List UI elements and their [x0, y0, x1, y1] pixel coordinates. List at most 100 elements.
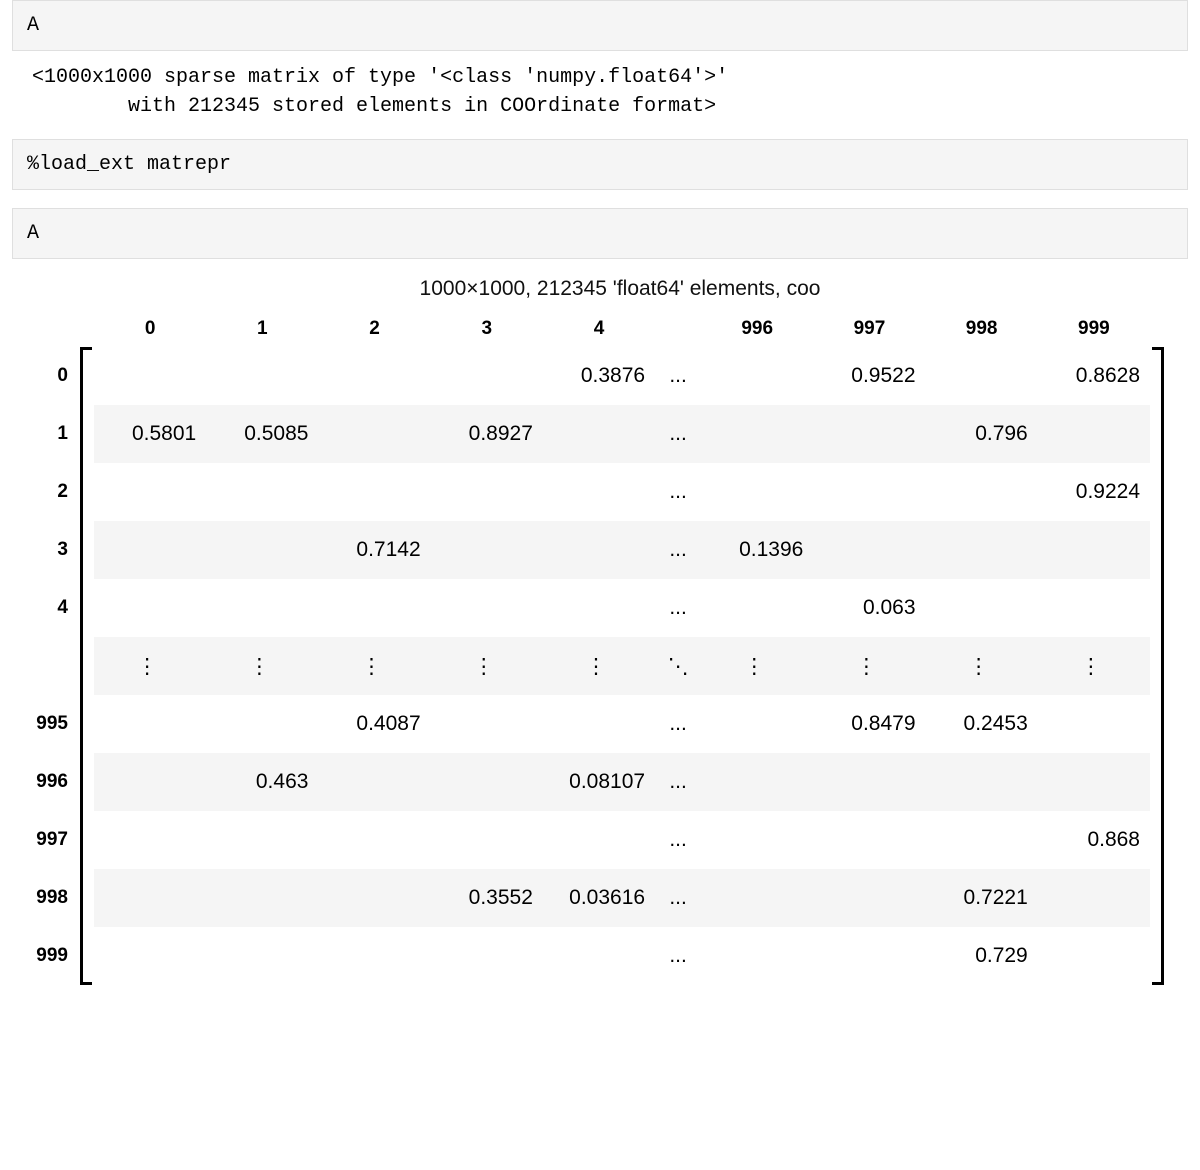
table-cell	[206, 869, 318, 927]
table-cell	[813, 811, 925, 869]
table-cell	[701, 695, 813, 753]
table-cell	[701, 463, 813, 521]
table-cell: ...	[655, 347, 701, 405]
table-cell: 0.7142	[318, 521, 430, 579]
matrix-output: 1000×1000, 212345 'float64' elements, co…	[12, 263, 1188, 985]
table-cell: ...	[655, 405, 701, 463]
column-header: 999	[1038, 311, 1150, 347]
table-cell	[701, 753, 813, 811]
row-header: 995	[32, 695, 76, 753]
table-cell	[318, 869, 430, 927]
table-cell	[1038, 695, 1150, 753]
table-cell	[206, 695, 318, 753]
code-cell-3[interactable]: A	[12, 208, 1188, 259]
row-header: 2	[32, 463, 76, 521]
table-cell	[94, 753, 206, 811]
table-cell: 0.9522	[813, 347, 925, 405]
table-cell	[431, 521, 543, 579]
table-cell	[318, 579, 430, 637]
table-cell	[318, 347, 430, 405]
column-header: 997	[813, 311, 925, 347]
bracket-right-icon	[1152, 347, 1164, 985]
table-cell: 0.2453	[926, 695, 1038, 753]
column-header: 998	[926, 311, 1038, 347]
table-cell	[206, 927, 318, 985]
row-header: 1	[32, 405, 76, 463]
matrix-wrap: 01234995996997998999 01234996997998999 0…	[32, 311, 1168, 985]
table-cell	[926, 579, 1038, 637]
row-header: 4	[32, 579, 76, 637]
table-cell: ...	[655, 927, 701, 985]
table-cell	[431, 347, 543, 405]
table-cell	[926, 521, 1038, 579]
output-text-1: <1000x1000 sparse matrix of type '<class…	[12, 55, 1188, 139]
table-cell	[701, 347, 813, 405]
table-row: 0.35520.03616...0.7221	[94, 869, 1150, 927]
column-header: 996	[701, 311, 813, 347]
table-cell	[1038, 405, 1150, 463]
matrix-table: 01234996997998999 0.3876...0.95220.86280…	[94, 311, 1150, 985]
table-cell: 0.3876	[543, 347, 655, 405]
table-cell	[543, 927, 655, 985]
table-cell	[813, 753, 925, 811]
table-cell	[318, 811, 430, 869]
table-row: ... 0.729	[94, 927, 1150, 985]
matrix-title: 1000×1000, 212345 'float64' elements, co…	[32, 277, 1168, 301]
row-header: 998	[32, 869, 76, 927]
table-cell: 0.729	[926, 927, 1038, 985]
row-header: 996	[32, 753, 76, 811]
row-header: 3	[32, 521, 76, 579]
table-cell	[926, 463, 1038, 521]
code-cell-2[interactable]: %load_ext matrepr	[12, 139, 1188, 190]
table-row: 0.4630.08107...	[94, 753, 1150, 811]
column-headers: 01234996997998999	[94, 311, 1150, 347]
table-cell: 0.5085	[206, 405, 318, 463]
table-cell: ...	[655, 753, 701, 811]
table-cell	[206, 463, 318, 521]
table-cell	[206, 811, 318, 869]
table-cell: 0.5801	[94, 405, 206, 463]
table-cell: 0.868	[1038, 811, 1150, 869]
table-row: 0.4087...0.84790.2453	[94, 695, 1150, 753]
table-cell	[1038, 521, 1150, 579]
table-cell: ...	[655, 521, 701, 579]
table-cell	[813, 521, 925, 579]
table-cell	[94, 869, 206, 927]
table-cell	[94, 579, 206, 637]
table-cell: 0.9224	[1038, 463, 1150, 521]
table-cell: 0.7221	[926, 869, 1038, 927]
table-cell: ...	[655, 463, 701, 521]
table-cell: 0.1396	[701, 521, 813, 579]
table-cell	[1038, 927, 1150, 985]
table-row: 0.7142...0.1396	[94, 521, 1150, 579]
table-cell: ⋮	[813, 637, 925, 695]
table-cell	[543, 463, 655, 521]
table-cell: 0.8628	[1038, 347, 1150, 405]
table-cell	[206, 579, 318, 637]
table-cell: 0.463	[206, 753, 318, 811]
table-cell: ⋱	[655, 637, 701, 695]
table-cell	[94, 811, 206, 869]
table-cell	[926, 811, 1038, 869]
table-cell	[206, 521, 318, 579]
table-cell	[543, 695, 655, 753]
table-cell: 0.063	[813, 579, 925, 637]
code-cell-1[interactable]: A	[12, 0, 1188, 51]
table-cell: ...	[655, 695, 701, 753]
table-cell	[543, 811, 655, 869]
table-cell	[431, 811, 543, 869]
table-cell: ...	[655, 579, 701, 637]
table-cell	[431, 463, 543, 521]
table-cell: 0.03616	[543, 869, 655, 927]
table-cell	[543, 521, 655, 579]
table-cell: ⋮	[1038, 637, 1150, 695]
table-cell: ⋮	[543, 637, 655, 695]
table-cell	[813, 405, 925, 463]
table-row: 0.3876... 0.9522 0.8628	[94, 347, 1150, 405]
table-cell	[318, 753, 430, 811]
table-row: ... 0.9224	[94, 463, 1150, 521]
notebook: A <1000x1000 sparse matrix of type '<cla…	[0, 0, 1200, 1025]
table-cell: ⋮	[431, 637, 543, 695]
column-header: 4	[543, 311, 655, 347]
table-cell	[318, 463, 430, 521]
